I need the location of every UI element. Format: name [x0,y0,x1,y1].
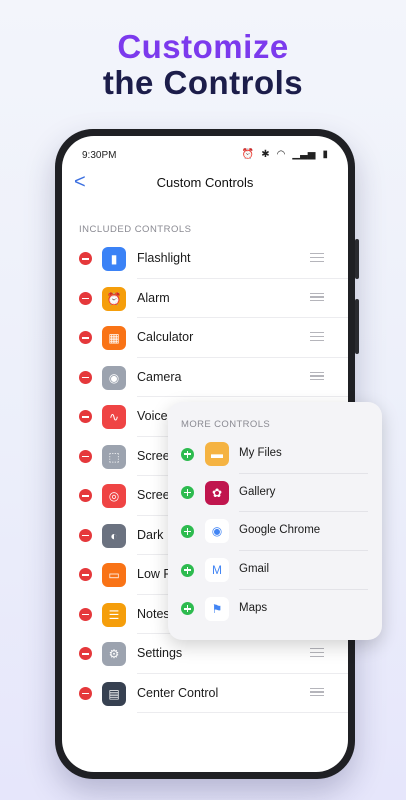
drag-handle-icon[interactable] [310,292,324,303]
remove-button[interactable] [79,489,92,502]
control-label: Alarm [137,290,170,305]
bluetooth-icon: ✱ [261,149,270,160]
settings-icon: ⚙ [102,642,126,666]
drag-handle-icon[interactable] [310,687,324,698]
remove-button[interactable] [79,291,92,305]
more-control-row[interactable]: ✿ Gallery [168,474,382,513]
battery-status-icon: ▮ [322,149,328,160]
center-control-icon: ▤ [102,681,126,706]
status-time: 9:30PM [82,150,117,161]
camera-icon: ◉ [102,365,126,390]
control-row[interactable]: ⏰ Alarm [62,279,348,318]
control-label: Low F [137,567,172,581]
screen-recorder-icon: ◎ [102,484,126,508]
row-divider [137,712,348,713]
gmail-icon: M [205,558,229,583]
drag-handle-icon[interactable] [310,253,324,263]
status-bar: 9:30PM ⏰ ✱ ◠ ▁▃▅ ▮ [82,150,328,164]
remove-button[interactable] [79,449,92,463]
more-controls-panel: MORE CONTROLS ▬ My Files ✿ Gallery ◉ Google C… [168,402,382,640]
control-label: Flashlight [137,251,191,265]
screenshot-icon: ⬚ [102,444,126,469]
battery-icon: ▭ [102,563,126,587]
control-row[interactable]: ▮ Flashlight [62,239,348,279]
headline-line-1: Customize [117,28,289,65]
voice-recorder-icon: ∿ [102,405,126,429]
control-label: Scree [137,448,170,463]
more-control-row[interactable]: ◉ Google Chrome [168,512,382,552]
drag-handle-icon[interactable] [310,648,324,658]
gallery-icon: ✿ [205,480,229,505]
control-label: Dark [137,527,164,542]
dark-mode-icon: ◐ [102,523,126,548]
more-control-row[interactable]: ▬ My Files [168,435,382,474]
control-label: Calculator [137,330,194,344]
more-controls-label: MORE CONTROLS [181,419,271,430]
more-control-row[interactable]: M Gmail [168,551,382,590]
add-button[interactable] [181,447,194,461]
alarm-icon: ⏰ [102,286,126,311]
control-label: Scree [137,488,170,502]
remove-button[interactable] [79,331,92,344]
control-row[interactable]: ▤ Center Control [62,674,348,713]
remove-button[interactable] [79,528,92,542]
page-title: Custom Controls [156,175,254,190]
headline-line-2: the Controls [102,64,304,101]
more-control-label: Gallery [239,485,276,498]
wifi-icon: ◠ [276,149,286,160]
volume-button [355,239,359,279]
more-control-row[interactable]: ⚑ Maps [168,590,382,629]
control-label: Settings [137,646,183,660]
more-control-label: Google Chrome [239,524,321,537]
more-control-label: My Files [239,447,282,459]
drag-handle-icon[interactable] [310,332,324,342]
remove-button[interactable] [79,647,92,660]
remove-button[interactable] [79,252,92,265]
calculator-icon: ▦ [102,326,126,350]
included-controls-label: INCLUDED CONTROLS [79,224,192,235]
control-label: Camera [137,369,182,384]
notes-icon: ☰ [102,602,126,627]
control-label: Voice [137,409,168,423]
remove-button[interactable] [79,370,92,384]
add-button[interactable] [181,563,194,577]
alarm-status-icon: ⏰ [241,149,255,160]
add-button[interactable] [181,486,194,500]
remove-button[interactable] [79,686,92,700]
control-row[interactable]: ▦ Calculator [62,318,348,358]
signal-icon: ▁▃▅ [292,149,316,160]
folder-icon: ▬ [205,442,229,466]
more-control-label: Gmail [239,563,270,576]
drag-handle-icon[interactable] [310,371,324,382]
chrome-icon: ◉ [205,519,229,544]
control-row[interactable]: ◉ Camera [62,358,348,397]
power-button [355,299,359,354]
more-control-label: Maps [239,601,268,614]
control-label: Notes [137,606,170,621]
top-bar: < Custom Controls [62,168,348,198]
remove-button[interactable] [79,410,92,423]
flashlight-icon: ▮ [102,247,126,271]
add-button[interactable] [181,602,194,616]
maps-icon: ⚑ [205,596,229,621]
remove-button[interactable] [79,568,92,581]
add-button[interactable] [181,524,194,538]
control-label: Center Control [137,685,219,700]
remove-button[interactable] [79,607,92,621]
